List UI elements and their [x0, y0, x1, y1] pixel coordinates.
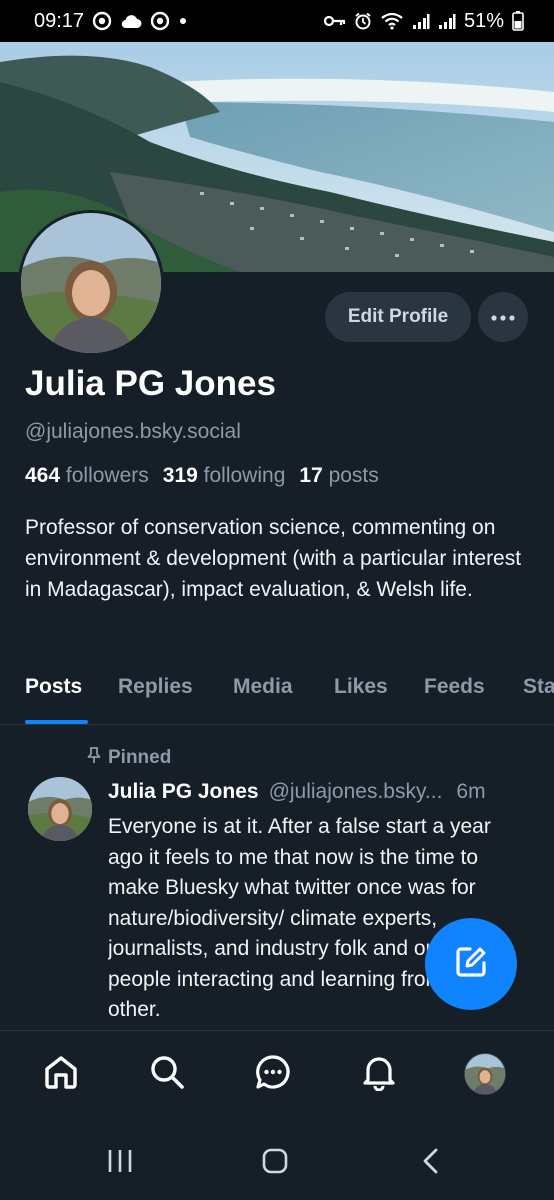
- posts-stat: 17 posts: [299, 464, 378, 488]
- pin-icon: [86, 746, 102, 770]
- recents-icon[interactable]: [106, 1147, 134, 1180]
- following-label: following: [203, 464, 286, 487]
- chat-icon: [254, 1053, 292, 1096]
- posts-count: 17: [299, 464, 323, 487]
- system-nav-bar: [0, 1125, 554, 1200]
- pinned-label: Pinned: [86, 746, 171, 770]
- tab-feeds[interactable]: Feeds: [424, 675, 485, 699]
- search-icon: [148, 1053, 186, 1096]
- status-bar: 09:17 51%: [0, 0, 554, 42]
- chrome-notification-icon-2: [150, 11, 170, 31]
- post-author-name[interactable]: Julia PG Jones: [108, 780, 259, 804]
- status-time: 09:17: [34, 9, 85, 32]
- nav-chat[interactable]: [252, 1053, 294, 1095]
- post-time[interactable]: 6m: [456, 780, 485, 804]
- chrome-notification-icon: [92, 11, 112, 31]
- following-count: 319: [162, 464, 198, 487]
- tab-starter-packs[interactable]: Starter Packs: [523, 675, 554, 699]
- signal-icon: [412, 12, 430, 30]
- bell-icon: [360, 1053, 398, 1096]
- post-author-handle[interactable]: @juliajones.bsky...: [269, 780, 443, 804]
- key-icon: [323, 14, 346, 28]
- battery-percent: 51%: [463, 9, 504, 32]
- active-tab-indicator: [25, 720, 88, 724]
- home-button-icon[interactable]: [261, 1147, 289, 1180]
- nav-search[interactable]: [146, 1053, 188, 1095]
- home-icon: [42, 1053, 80, 1096]
- profile-handle: @juliajones.bsky.social: [25, 420, 241, 443]
- cloud-icon: [120, 13, 142, 29]
- bottom-nav: [0, 1030, 554, 1126]
- tab-posts[interactable]: Posts: [25, 675, 82, 699]
- edit-profile-button[interactable]: Edit Profile: [325, 292, 471, 342]
- profile-bio: Professor of conservation science, comme…: [25, 516, 522, 601]
- profile-stats: 464 followers 319 following 17 posts: [25, 464, 379, 488]
- posts-label: posts: [328, 464, 379, 487]
- compose-icon: [451, 942, 491, 987]
- alarm-icon: [354, 12, 372, 30]
- followers-stat[interactable]: 464 followers: [25, 464, 149, 488]
- followers-label: followers: [65, 464, 149, 487]
- profile-tabs: Posts Replies Media Likes Feeds Starter …: [0, 664, 554, 725]
- wifi-icon: [380, 12, 404, 30]
- post-author-avatar[interactable]: [28, 777, 92, 841]
- compose-button[interactable]: [425, 918, 517, 1010]
- tab-likes[interactable]: Likes: [334, 675, 388, 699]
- more-options-button[interactable]: [478, 292, 528, 342]
- battery-icon: [512, 11, 524, 31]
- following-stat[interactable]: 319 following: [163, 464, 286, 488]
- ellipsis-icon: [491, 308, 515, 326]
- post-header: Julia PG Jones @juliajones.bsky... 6m: [108, 780, 486, 804]
- profile-name: Julia PG Jones: [25, 364, 276, 403]
- tab-media[interactable]: Media: [233, 675, 293, 699]
- signal-icon-2: [438, 12, 456, 30]
- nav-notifications[interactable]: [358, 1053, 400, 1095]
- nav-profile[interactable]: [464, 1053, 506, 1095]
- notification-dot-icon: [178, 16, 188, 26]
- back-icon[interactable]: [418, 1147, 446, 1180]
- followers-count: 464: [25, 464, 61, 487]
- nav-home[interactable]: [40, 1053, 82, 1095]
- profile-avatar[interactable]: [18, 210, 164, 356]
- pinned-text: Pinned: [108, 747, 172, 768]
- nav-profile-avatar: [464, 1053, 506, 1095]
- tab-replies[interactable]: Replies: [118, 675, 193, 699]
